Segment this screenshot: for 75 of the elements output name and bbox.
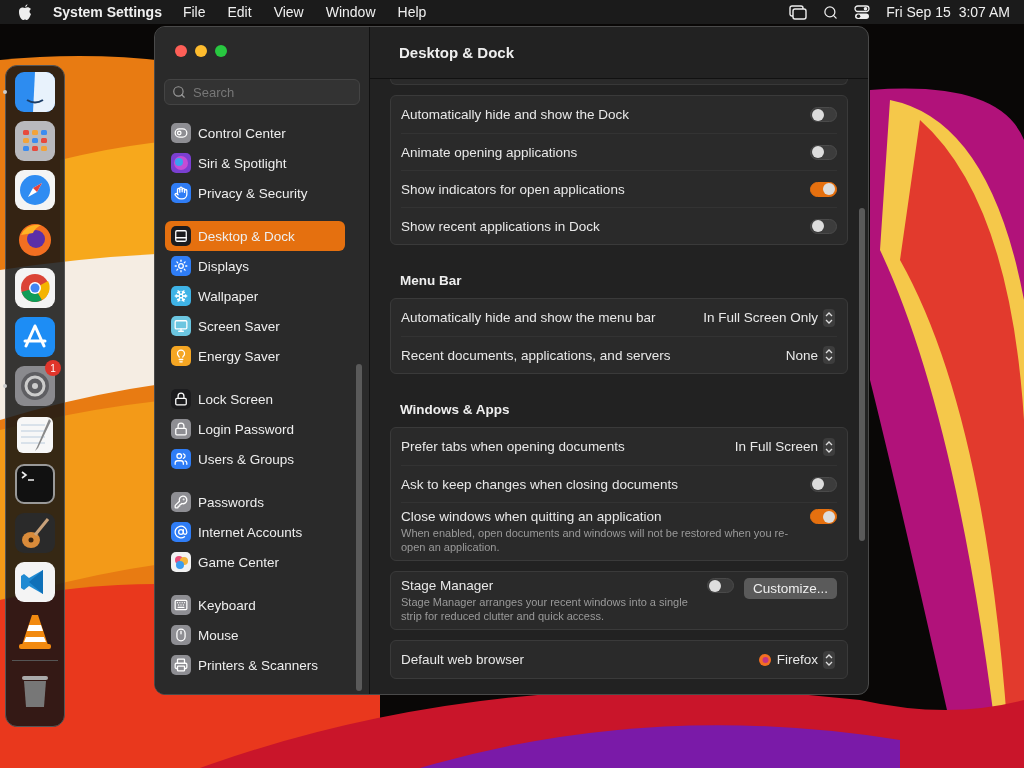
sidebar-item[interactable]: Game Center	[165, 547, 345, 577]
popup-menu[interactable]: In Full Screen Only	[703, 308, 837, 327]
flame-globe-icon	[757, 652, 772, 667]
up-down-chevron-icon	[825, 311, 833, 324]
sidebar-item[interactable]: Control Center	[165, 118, 345, 148]
setting-label: Automatically hide and show the menu bar	[401, 310, 657, 325]
close-button[interactable]	[175, 45, 187, 57]
toggle-switch[interactable]	[810, 181, 837, 197]
popup-menu[interactable]: None	[785, 346, 837, 364]
compass-icon[interactable]	[15, 170, 55, 210]
sidebar-item[interactable]: Mouse	[165, 620, 345, 650]
sidebar-item[interactable]: Displays	[165, 251, 345, 281]
sidebar-item[interactable]: Screen Saver	[165, 311, 345, 341]
up-down-chevron-icon	[825, 440, 833, 453]
sidebar-item[interactable]: Internet Accounts	[165, 517, 345, 547]
sidebar-item[interactable]: Siri & Spotlight	[165, 148, 345, 178]
customize-button[interactable]: Customize...	[743, 578, 837, 599]
sidebar-item[interactable]: Keyboard	[165, 590, 345, 620]
setting-label: Ask to keep changes when closing documents	[401, 476, 679, 492]
menu-item[interactable]: Edit	[227, 4, 252, 20]
menu-item[interactable]: Window	[325, 4, 376, 20]
setting-label: Animate opening applications	[401, 144, 579, 160]
sidebar-item[interactable]: Privacy & Security	[165, 178, 345, 208]
setting-label: Automatically hide and show the Dock	[401, 107, 631, 122]
app-menu[interactable]: System Settings	[53, 4, 162, 20]
zoom-button[interactable]	[215, 45, 227, 57]
up-down-chevron-icon	[825, 349, 833, 361]
setting-label: Stage Manager	[401, 578, 495, 593]
search-icon	[172, 85, 186, 99]
setting-description: Stage Manager arranges your recent windows into a single strip for reduced clutter and quick access.	[401, 595, 689, 623]
sidebar-item[interactable]: Printers & Scanners	[165, 650, 345, 680]
toggles-icon[interactable]	[854, 4, 871, 20]
scrollbar[interactable]	[859, 208, 865, 541]
popup-menu[interactable]: Firefox	[757, 650, 837, 669]
clock[interactable]: Fri Sep 15 3:07 AM	[886, 4, 1010, 20]
sidebar-item[interactable]: Lock Screen	[165, 384, 345, 414]
section-heading: Menu Bar	[400, 273, 463, 288]
menu-item[interactable]: Help	[397, 4, 427, 20]
setting-label: Show recent applications in Dock	[401, 218, 601, 234]
toggle-switch[interactable]	[810, 107, 837, 122]
sidebar-item[interactable]: Wallpaper	[165, 281, 345, 311]
setting-label: Close windows when quitting an application	[401, 509, 663, 524]
setting-label: Default web browser	[401, 652, 526, 667]
up-down-chevron-icon	[825, 653, 833, 666]
grid-icon[interactable]	[15, 121, 55, 161]
two-tone-tile-icon[interactable]	[15, 72, 55, 112]
toggle-switch[interactable]	[810, 144, 837, 160]
sidebar-item[interactable]: Energy Saver	[165, 341, 345, 371]
setting-label: Recent documents, applications, and servers	[401, 347, 672, 363]
popup-menu[interactable]: In Full Screen	[734, 437, 837, 456]
setting-label: Show indicators for open applications	[401, 181, 626, 197]
search-icon[interactable]	[823, 4, 839, 20]
sidebar-item[interactable]: Passwords	[165, 487, 345, 517]
menu-item[interactable]: File	[182, 4, 206, 20]
toggle-switch[interactable]	[810, 509, 837, 524]
minimize-button[interactable]	[195, 45, 207, 57]
terminal-icon[interactable]	[15, 464, 55, 504]
guitar-icon[interactable]	[15, 513, 55, 553]
menu-item[interactable]: View	[273, 4, 304, 20]
toggle-switch[interactable]	[810, 218, 837, 234]
notification-badge: 1	[45, 360, 61, 376]
sidebar-item[interactable]: Login Password	[165, 414, 345, 444]
toggle-switch[interactable]	[706, 578, 734, 593]
scrollbar[interactable]	[356, 364, 362, 691]
sidebar-item[interactable]: Users & Groups	[165, 444, 345, 474]
code-icon[interactable]	[15, 562, 55, 602]
toggle-switch[interactable]	[810, 476, 837, 492]
window-title: Desktop & Dock	[399, 44, 515, 61]
windows-icon[interactable]	[789, 4, 808, 20]
notepad-icon[interactable]	[15, 415, 55, 455]
setting-description: When enabled, open documents and windows will not be restored when you re-open an application.	[401, 526, 790, 554]
setting-label: Prefer tabs when opening documents	[401, 439, 626, 454]
section-heading: Windows & Apps	[400, 402, 511, 417]
apple-icon[interactable]	[18, 4, 32, 20]
search-field[interactable]: Search	[164, 79, 360, 105]
